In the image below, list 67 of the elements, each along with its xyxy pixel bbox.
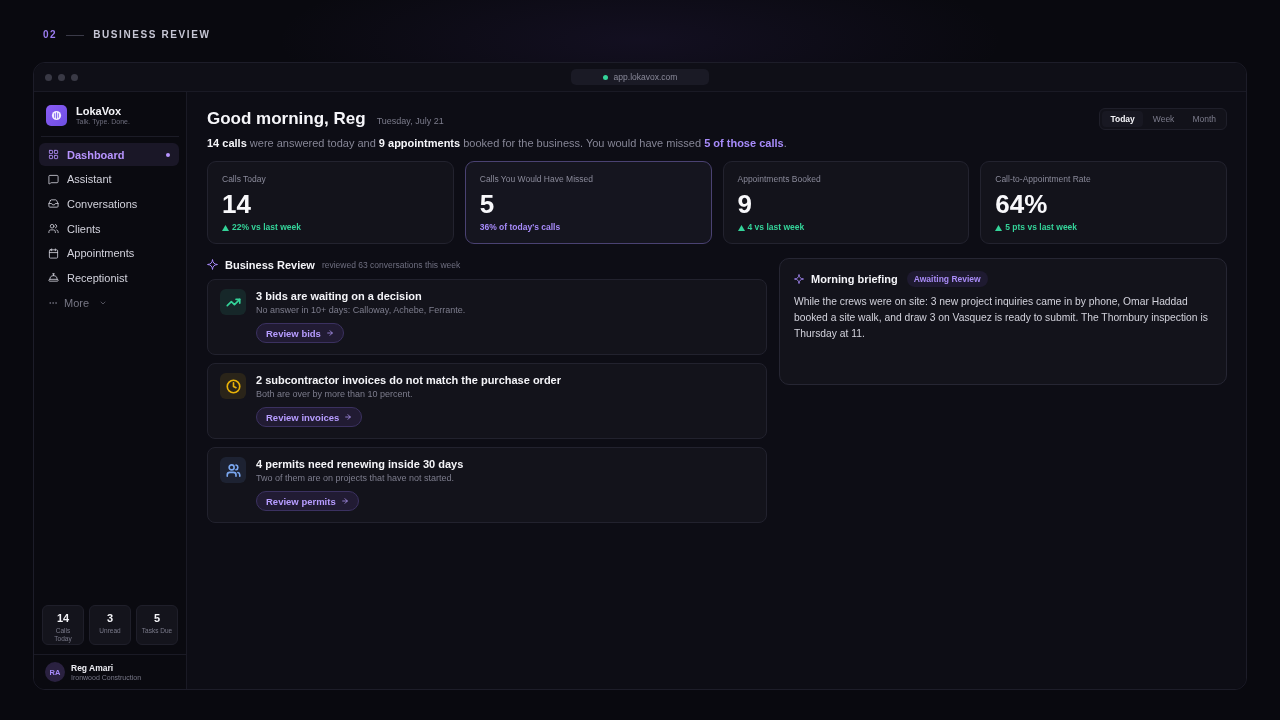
kpi-label: Calls You Would Have Missed xyxy=(479,174,594,185)
bell-icon xyxy=(48,272,59,284)
kpi-change: 36% of today's calls xyxy=(479,222,561,233)
sparkle-icon xyxy=(794,274,804,284)
brand-name: LokaVox xyxy=(76,105,123,117)
arrow-right-icon xyxy=(340,497,349,505)
review-title: 4 permits need renewing inside 30 days xyxy=(256,457,464,471)
nav-item[interactable]: Clients xyxy=(39,217,179,241)
review-title: 2 subcontractor invoices do not match the purchase order xyxy=(256,373,561,387)
kpi-change: 4 vs last week xyxy=(747,222,805,233)
triangle-up-icon xyxy=(222,224,229,231)
review-description: Both are over by more than 10 percent. xyxy=(256,388,413,401)
status-badge: Awaiting Review xyxy=(906,271,988,287)
kpi-value: 64% xyxy=(995,189,1049,219)
window-dot-icon xyxy=(45,73,52,81)
window-dot-icon xyxy=(58,73,65,81)
briefing-title: Morning briefing xyxy=(811,273,898,285)
window-dot-icon xyxy=(71,73,78,81)
greeting-heading: Good morning, Reg xyxy=(207,108,366,129)
stat-value: 3 xyxy=(106,612,114,625)
nav-item[interactable]: Assistant xyxy=(39,167,179,191)
period-tab[interactable]: Month xyxy=(1184,110,1224,127)
sparkle-icon xyxy=(207,259,218,270)
user-name: Reg Amari xyxy=(71,662,115,673)
nav-item[interactable]: Conversations xyxy=(39,192,179,216)
inbox-icon xyxy=(48,198,59,210)
triangle-up-icon xyxy=(995,224,1003,231)
section-number: 02 xyxy=(43,29,58,41)
kpi-change: 22% vs last week xyxy=(232,222,301,233)
briefing-text: While the crews were on site: 3 new project inquiries came in by phone, Omar Haddad booked a site walk, and draw 3 on Vasquez is ready to submit. The Thornbury inspection is Thursday at 11. xyxy=(794,295,1209,341)
logo-icon xyxy=(46,105,67,126)
section-title: BUSINESS REVIEW xyxy=(93,29,211,41)
kpi-label: Call-to-Appointment Rate xyxy=(995,174,1092,185)
kpi-change: 5 pts vs last week xyxy=(1005,222,1078,233)
chat-bubble-icon xyxy=(48,173,59,185)
kpi-label: Calls Today xyxy=(222,174,267,185)
review-title: 3 bids are waiting on a decision xyxy=(256,289,422,303)
kpi-value: 14 xyxy=(222,189,252,219)
period-tab[interactable]: Today xyxy=(1102,110,1143,127)
arrow-right-icon xyxy=(325,329,334,337)
kpi-value: 9 xyxy=(737,189,753,219)
people-icon xyxy=(48,223,59,235)
stat-value: 5 xyxy=(153,612,161,625)
review-description: No answer in 10+ days: Calloway, Achebe, Ferrante. xyxy=(256,304,466,317)
nav-item[interactable]: Appointments xyxy=(39,241,179,265)
calendar-icon xyxy=(48,247,59,259)
review-button[interactable]: Review invoices xyxy=(256,407,363,427)
triangle-up-icon xyxy=(737,224,745,231)
period-tab[interactable]: Week xyxy=(1144,110,1183,127)
active-dot-icon xyxy=(166,152,170,157)
kpi-value: 5 xyxy=(479,189,496,219)
kpi-label: Appointments Booked xyxy=(737,174,822,185)
section-subtitle: reviewed 63 conversations this week xyxy=(321,259,461,270)
review-description: Two of them are on projects that have not started. xyxy=(256,472,455,485)
more-menu[interactable]: More xyxy=(39,291,179,315)
date-text: Tuesday, July 21 xyxy=(376,115,444,126)
grid-icon xyxy=(48,149,59,160)
section-heading: Business Review xyxy=(225,258,315,271)
review-button[interactable]: Review bids xyxy=(256,323,344,343)
arrow-right-icon xyxy=(344,413,353,421)
review-button[interactable]: Review permits xyxy=(256,491,359,511)
nav-item[interactable]: Receptionist xyxy=(39,266,179,290)
stat-value: 14 xyxy=(56,612,70,625)
nav-item[interactable]: Dashboard xyxy=(39,143,179,166)
address-bar[interactable]: app.lokavox.com xyxy=(571,69,709,85)
status-dot-icon xyxy=(602,74,608,80)
summary-text: 14 calls were answered today and 9 appointments booked for the business. You would have missed 5 of those calls. xyxy=(207,136,788,150)
